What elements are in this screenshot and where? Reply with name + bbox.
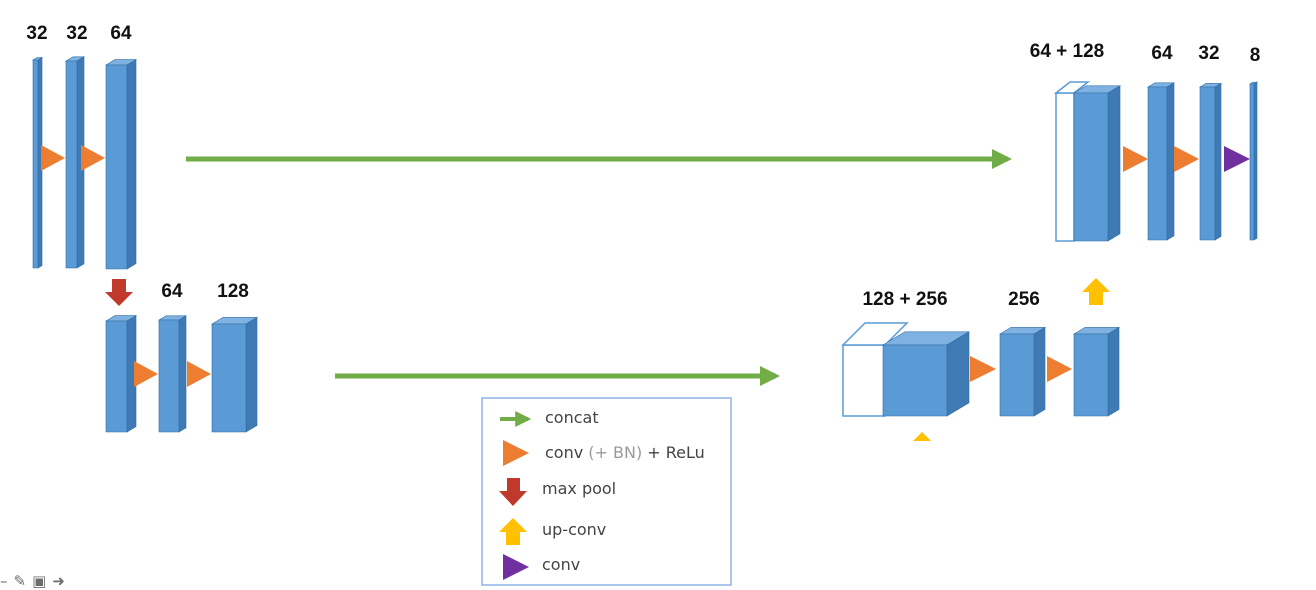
block-side-face bbox=[1033, 326, 1046, 417]
channel-label: 32 bbox=[26, 23, 47, 44]
legend: concat conv (+ BN) + ReLu max pool up-co… bbox=[481, 397, 732, 586]
concat-outline-block bbox=[842, 344, 886, 417]
legend-label: conv (+ BN) + ReLu bbox=[545, 443, 705, 462]
legend-label: max pool bbox=[542, 479, 616, 498]
feature-block-128 bbox=[210, 316, 259, 433]
feature-block-256-upconv bbox=[881, 331, 971, 417]
up-conv-arrow bbox=[1082, 278, 1110, 305]
dash-icon[interactable]: – bbox=[0, 573, 8, 589]
block-front-face bbox=[999, 333, 1035, 417]
block-front-face bbox=[1249, 83, 1255, 241]
block-side-face bbox=[1107, 326, 1120, 417]
block-front-face bbox=[65, 60, 78, 269]
block-side-face bbox=[245, 316, 258, 433]
feature-block-128-upconv bbox=[1072, 85, 1122, 242]
channel-label: 128 + 256 bbox=[862, 289, 947, 310]
block-side-face bbox=[1107, 85, 1121, 242]
feature-block-256 bbox=[998, 326, 1047, 417]
block-side-face bbox=[178, 315, 187, 433]
conv-relu-triangle bbox=[970, 356, 996, 382]
block-front-face bbox=[882, 344, 948, 417]
channel-label: 64 + 128 bbox=[1030, 41, 1105, 62]
block-front-face bbox=[105, 320, 128, 433]
conv-relu-triangle bbox=[187, 361, 211, 387]
block-front-face bbox=[158, 319, 180, 433]
block-front-face bbox=[105, 64, 128, 270]
block-front-face bbox=[32, 59, 39, 269]
block-side-face bbox=[1166, 82, 1175, 241]
max-pool-arrow bbox=[105, 279, 133, 306]
forward-arrow-icon[interactable]: ➜ bbox=[52, 573, 65, 589]
feature-block-64 bbox=[104, 59, 138, 270]
conv-relu-triangle bbox=[134, 361, 158, 387]
concat-outline-block bbox=[1055, 92, 1075, 242]
block-side-face bbox=[1253, 81, 1258, 241]
feature-block-32 bbox=[1198, 82, 1223, 241]
conv-relu-triangle bbox=[1174, 146, 1199, 172]
block-side-face bbox=[126, 59, 137, 270]
block-front-face bbox=[1199, 86, 1216, 241]
block-front-face bbox=[211, 323, 247, 433]
pencil-icon[interactable]: ✎ bbox=[14, 573, 27, 589]
feature-block-64-pooled bbox=[104, 315, 138, 433]
block-side-face bbox=[1214, 82, 1222, 241]
channel-label: 32 bbox=[1198, 43, 1219, 64]
conv-relu-triangle bbox=[41, 145, 65, 171]
block-side-face bbox=[946, 331, 970, 417]
unet-architecture-diagram: 32 32 64 64 128 128 + 256 256 64 + 128 6… bbox=[26, 23, 1261, 586]
legend-label: concat bbox=[545, 408, 599, 427]
block-front-face bbox=[1073, 333, 1109, 417]
up-conv-arrow-partial bbox=[913, 432, 931, 441]
block-front-face bbox=[1147, 86, 1168, 241]
legend-label: conv bbox=[542, 555, 580, 574]
conv-relu-triangle bbox=[1123, 146, 1148, 172]
channel-label: 64 bbox=[110, 23, 132, 44]
feature-block-64 bbox=[157, 315, 188, 433]
feature-block-256-out bbox=[1072, 326, 1121, 417]
feature-block-32a bbox=[31, 57, 44, 269]
window-icon[interactable]: ▣ bbox=[32, 573, 46, 589]
channel-label: 8 bbox=[1250, 45, 1261, 66]
feature-block-64 bbox=[1146, 82, 1176, 241]
conv-triangle bbox=[1224, 146, 1250, 172]
channel-label: 64 bbox=[161, 281, 183, 302]
channel-label: 64 bbox=[1151, 43, 1173, 64]
conv-relu-triangle bbox=[1047, 356, 1072, 382]
legend-label: up-conv bbox=[542, 520, 606, 539]
conv-relu-triangle bbox=[81, 145, 105, 171]
bottom-toolbar: – ✎ ▣ ➜ bbox=[0, 573, 65, 589]
channel-label: 128 bbox=[217, 281, 249, 302]
channel-label: 256 bbox=[1008, 289, 1040, 310]
block-front-face bbox=[1073, 92, 1109, 242]
channel-label: 32 bbox=[66, 23, 87, 44]
feature-block-8 bbox=[1248, 81, 1259, 241]
